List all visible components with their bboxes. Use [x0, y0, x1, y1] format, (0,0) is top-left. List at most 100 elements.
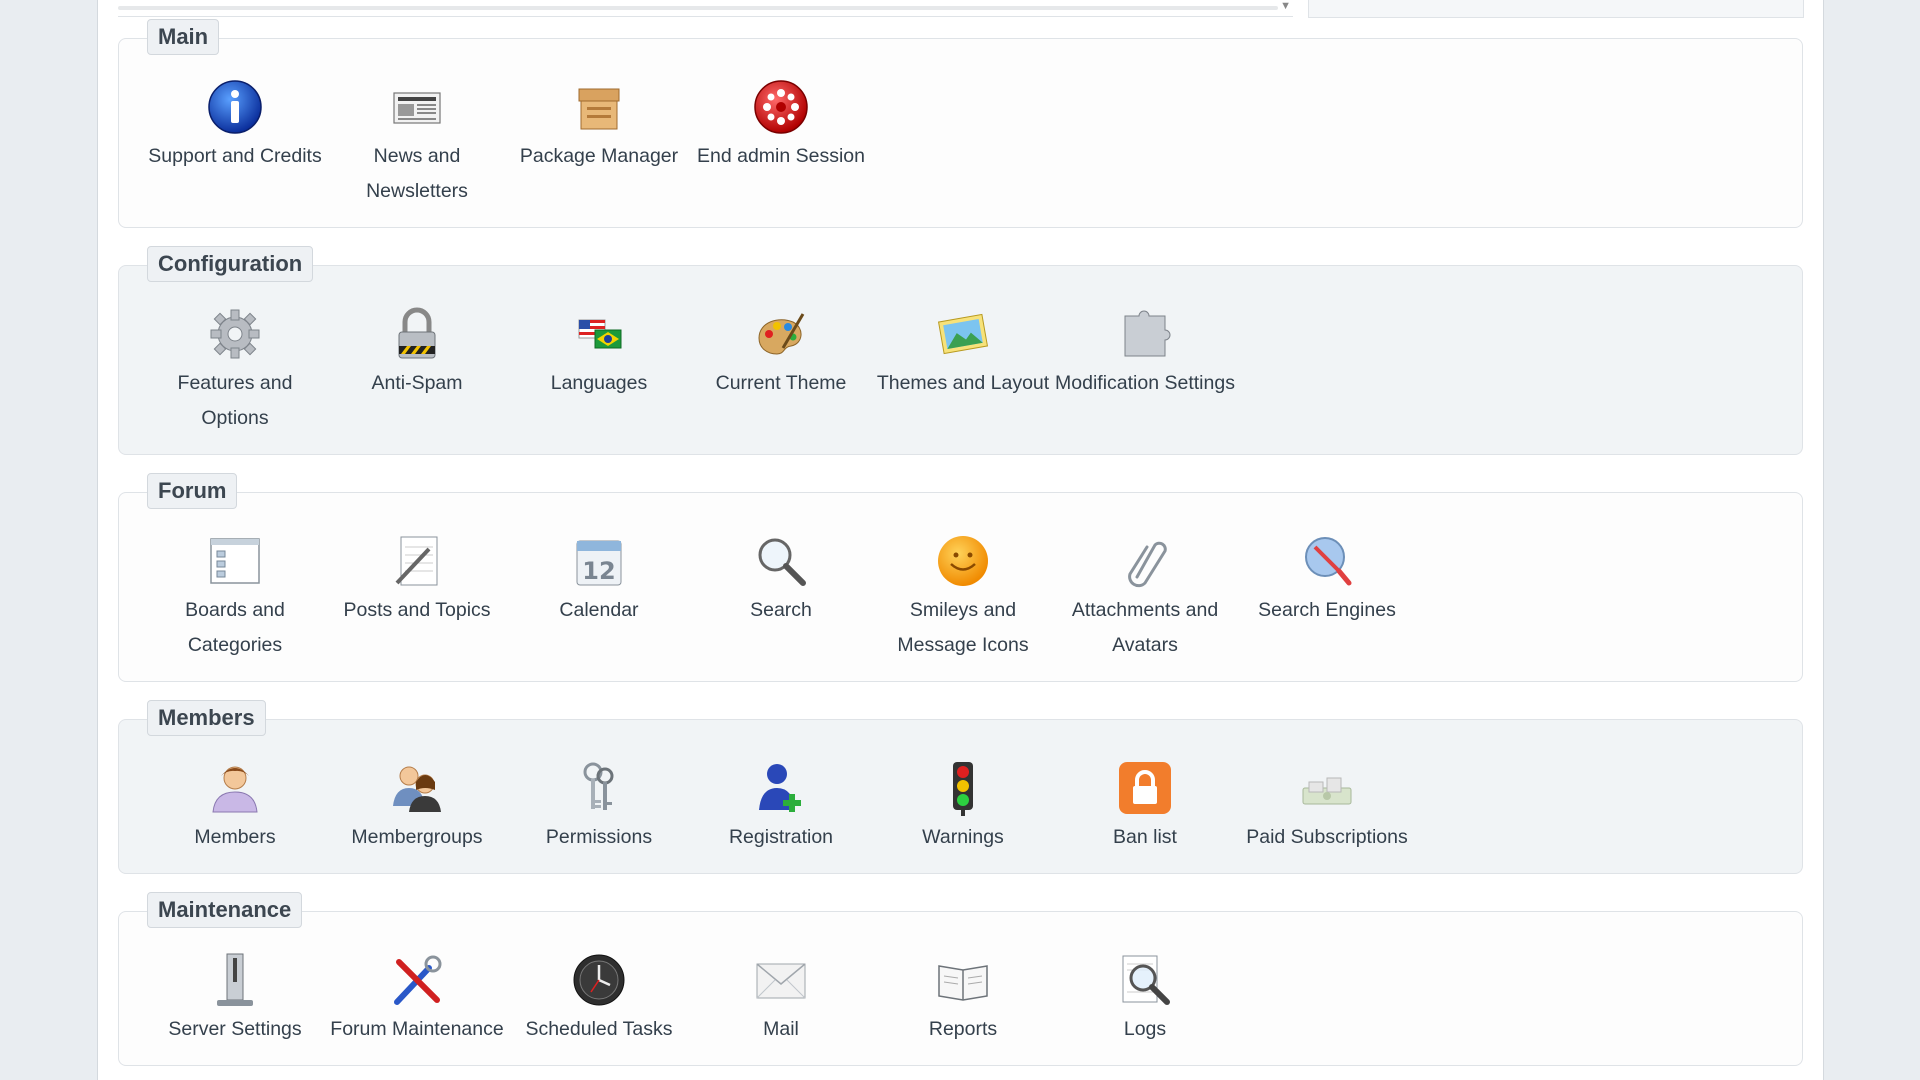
- gear-icon: [210, 309, 260, 359]
- item-registration[interactable]: Registration: [690, 760, 872, 855]
- item-label: Reports: [928, 1018, 998, 1040]
- picture-icon: [937, 313, 989, 355]
- item-mail[interactable]: Mail: [690, 952, 872, 1047]
- item-anti-spam[interactable]: Anti-Spam: [326, 306, 508, 436]
- package-icon: [578, 88, 620, 130]
- item-label: Members: [194, 826, 276, 848]
- item-ban-list[interactable]: Ban list: [1054, 760, 1236, 855]
- item-modification-settings[interactable]: Modification Settings: [1054, 306, 1236, 436]
- item-label: Mail: [763, 1018, 799, 1040]
- item-package-manager[interactable]: Package Manager: [508, 79, 690, 209]
- item-label: Attachments and Avatars: [1071, 599, 1219, 656]
- item-label: Package Manager: [519, 145, 679, 167]
- item-calendar[interactable]: 12 Calendar: [508, 533, 690, 663]
- info-icon: [208, 80, 262, 134]
- item-label: Modification Settings: [1055, 372, 1235, 394]
- item-search[interactable]: Search: [690, 533, 872, 663]
- top-right-box: [1308, 0, 1804, 18]
- item-label: Themes and Layout: [876, 372, 1050, 394]
- padlock-icon: [398, 307, 436, 359]
- membergroups-icon: [393, 766, 441, 812]
- item-support-and-credits[interactable]: Support and Credits: [144, 79, 326, 209]
- traffic-light-icon: [953, 762, 973, 816]
- item-label: Features and Options: [177, 372, 293, 429]
- item-label: Smileys and Message Icons: [897, 599, 1029, 656]
- item-features-and-options[interactable]: Features and Options: [144, 306, 326, 436]
- item-label: Anti-Spam: [371, 372, 463, 394]
- item-attachments-and-avatars[interactable]: Attachments and Avatars: [1054, 533, 1236, 663]
- item-scheduled-tasks[interactable]: Scheduled Tasks: [508, 952, 690, 1047]
- section-configuration: Configuration Features and Options Anti-…: [118, 246, 1803, 455]
- money-icon: [1302, 777, 1352, 805]
- end-session-icon: [754, 80, 808, 134]
- item-themes-and-layout[interactable]: Themes and Layout: [872, 306, 1054, 436]
- member-icon: [212, 766, 258, 813]
- section-members: Members Members Membergroups Permissions…: [118, 700, 1803, 874]
- item-label: Languages: [550, 372, 648, 394]
- item-label: Posts and Topics: [343, 599, 491, 621]
- scroll-down-arrow-icon[interactable]: ▼: [1280, 0, 1291, 12]
- item-label: Ban list: [1113, 826, 1177, 848]
- item-search-engines[interactable]: Search Engines: [1236, 533, 1418, 663]
- section-title-maintenance: Maintenance: [147, 892, 303, 928]
- item-logs[interactable]: Logs: [1054, 952, 1236, 1047]
- newspaper-icon: [393, 92, 441, 124]
- item-current-theme[interactable]: Current Theme: [690, 306, 872, 436]
- item-smileys-and-message-icons[interactable]: Smileys and Message Icons: [872, 533, 1054, 663]
- item-label: Logs: [1123, 1018, 1167, 1040]
- book-icon: [938, 965, 988, 1001]
- section-forum: Forum Boards and Categories Posts and To…: [118, 473, 1803, 682]
- item-members[interactable]: Members: [144, 760, 326, 855]
- palette-icon: [758, 313, 805, 355]
- smiley-icon: [938, 536, 988, 586]
- item-label: Permissions: [545, 826, 653, 848]
- magnifier-icon: [758, 538, 806, 586]
- item-server-settings[interactable]: Server Settings: [144, 952, 326, 1047]
- top-scroll-area: ▼: [118, 0, 1293, 17]
- tools-icon: [394, 955, 442, 1005]
- section-title-configuration: Configuration: [147, 246, 314, 282]
- item-label: Forum Maintenance: [330, 1018, 504, 1040]
- admin-center-panel: ▼ Main Support and Credits News and News…: [97, 0, 1824, 1080]
- section-title-main: Main: [147, 19, 220, 55]
- item-label: Paid Subscriptions: [1246, 826, 1408, 848]
- item-end-admin-session[interactable]: End admin Session: [690, 79, 872, 209]
- item-label: News and Newsletters: [366, 145, 468, 202]
- section-title-members: Members: [147, 700, 266, 736]
- item-posts-and-topics[interactable]: Posts and Topics: [326, 533, 508, 663]
- item-warnings[interactable]: Warnings: [872, 760, 1054, 855]
- item-label: Search: [750, 599, 812, 621]
- item-forum-maintenance[interactable]: Forum Maintenance: [326, 952, 508, 1047]
- item-membergroups[interactable]: Membergroups: [326, 760, 508, 855]
- logs-magnifier-icon: [1122, 955, 1170, 1005]
- pencil-page-icon: [395, 536, 438, 586]
- item-label: Warnings: [922, 826, 1004, 848]
- flags-icon: [578, 319, 622, 349]
- paperclip-icon: [1128, 541, 1167, 588]
- keys-icon: [583, 762, 614, 810]
- item-label: Support and Credits: [148, 145, 322, 167]
- top-strip: ▼: [118, 0, 1823, 18]
- item-news-and-newsletters[interactable]: News and Newsletters: [326, 79, 508, 209]
- section-main: Main Support and Credits News and Newsle…: [118, 19, 1803, 228]
- search-engines-icon: [1305, 537, 1352, 586]
- item-label: Server Settings: [168, 1018, 302, 1040]
- item-label: Boards and Categories: [185, 599, 285, 656]
- calendar-icon: 12: [576, 540, 622, 586]
- add-user-icon: [759, 764, 801, 812]
- item-label: End admin Session: [696, 145, 866, 167]
- item-label: Search Engines: [1258, 599, 1396, 621]
- clock-icon: [573, 954, 625, 1006]
- item-permissions[interactable]: Permissions: [508, 760, 690, 855]
- item-boards-and-categories[interactable]: Boards and Categories: [144, 533, 326, 663]
- item-reports[interactable]: Reports: [872, 952, 1054, 1047]
- item-languages[interactable]: Languages: [508, 306, 690, 436]
- section-title-forum: Forum: [147, 473, 238, 509]
- calendar-day-text: 12: [582, 557, 615, 585]
- item-label: Scheduled Tasks: [525, 1018, 673, 1040]
- server-icon: [217, 953, 253, 1006]
- puzzle-icon: [1124, 310, 1171, 357]
- horizontal-scrollbar[interactable]: [118, 6, 1278, 10]
- item-paid-subscriptions[interactable]: Paid Subscriptions: [1236, 760, 1418, 855]
- section-maintenance: Maintenance Server Settings Forum Mainte…: [118, 892, 1803, 1066]
